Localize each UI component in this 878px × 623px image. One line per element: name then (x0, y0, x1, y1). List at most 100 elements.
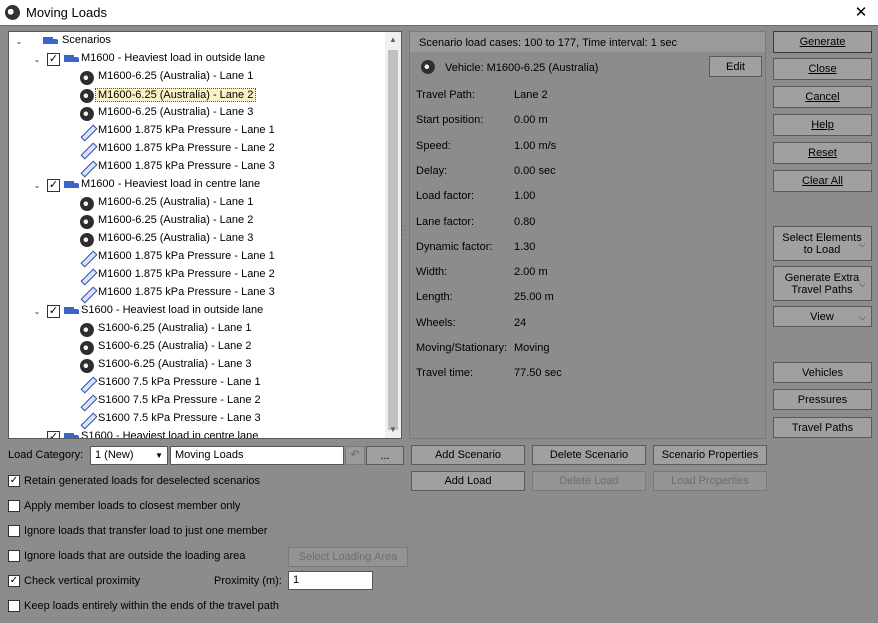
delete-scenario-button[interactable]: Delete Scenario (532, 445, 646, 465)
close-window-button[interactable]: ✕ (850, 2, 872, 24)
scenario-label: M1600 - Heaviest load in outside lane (81, 52, 266, 64)
tree-load-item[interactable]: S1600 7.5 kPa Pressure - Lane 2 (9, 393, 379, 411)
tree-scenario[interactable]: ⌄ ✓ S1600 - Heaviest load in centre lane (9, 429, 379, 438)
tree-load-item[interactable]: M1600 1.875 kPa Pressure - Lane 3 (9, 159, 379, 177)
add-load-button[interactable]: Add Load (411, 471, 525, 491)
tree-load-item[interactable]: S1600-6.25 (Australia) - Lane 1 (9, 321, 379, 339)
tree-load-item[interactable]: M1600 1.875 kPa Pressure - Lane 1 (9, 249, 379, 267)
load-item-label: M1600 1.875 kPa Pressure - Lane 2 (98, 268, 275, 280)
option-checkbox[interactable] (8, 500, 20, 512)
expand-chevron-icon[interactable]: ⌄ (32, 433, 42, 438)
vehicle-wheel-icon (80, 341, 94, 355)
vehicles-button[interactable]: Vehicles (773, 362, 872, 383)
reset-button[interactable]: Reset (773, 142, 872, 164)
view-button[interactable]: View ⌵ (773, 306, 872, 327)
help-button[interactable]: Help (773, 114, 872, 136)
cancel-label: Cancel (805, 91, 840, 103)
select-elements-label: Select Elements to Load (782, 231, 862, 256)
add-scenario-button[interactable]: Add Scenario (411, 445, 525, 465)
cancel-button[interactable]: Cancel (773, 86, 872, 108)
tree-load-item[interactable]: M1600 1.875 kPa Pressure - Lane 2 (9, 141, 379, 159)
option-checkbox[interactable]: ✓ (8, 575, 20, 587)
expand-chevron-icon[interactable]: ⌄ (14, 37, 24, 47)
property-value: 0.80 (514, 215, 536, 228)
pressures-button[interactable]: Pressures (773, 389, 872, 410)
expand-chevron-icon[interactable]: ⌄ (32, 181, 42, 191)
tree-load-item[interactable]: S1600-6.25 (Australia) - Lane 3 (9, 357, 379, 375)
scroll-down-arrow-icon[interactable]: ▼ (385, 422, 401, 438)
splitter-handle[interactable]: · · · (403, 223, 407, 239)
expand-chevron-icon[interactable]: ⌄ (32, 55, 42, 65)
scenario-checkbox[interactable]: ✓ (47, 431, 60, 438)
tree-load-item[interactable]: S1600 7.5 kPa Pressure - Lane 1 (9, 375, 379, 393)
load-item-label: M1600-6.25 (Australia) - Lane 3 (98, 232, 254, 244)
property-label: Delay: (416, 164, 448, 177)
scenario-checkbox[interactable]: ✓ (47, 53, 60, 66)
load-item-label: S1600-6.25 (Australia) - Lane 2 (98, 340, 252, 352)
undo-icon[interactable]: ↶ (345, 446, 365, 465)
tree-scenario[interactable]: ⌄ ✓ M1600 - Heaviest load in outside lane (9, 51, 379, 69)
window-title: Moving Loads (26, 5, 107, 20)
select-loading-area-button[interactable]: Select Loading Area (288, 547, 408, 567)
tree-scrollbar[interactable]: ▲ ▼ (385, 32, 401, 438)
proximity-input[interactable]: 1 (288, 571, 373, 590)
load-item-label: M1600 1.875 kPa Pressure - Lane 1 (98, 124, 275, 136)
load-category-select[interactable]: 1 (New) ▼ (90, 446, 168, 465)
pressure-icon (80, 377, 94, 391)
property-value: 0.00 sec (514, 164, 556, 177)
property-label: Width: (416, 266, 448, 279)
option-checkbox[interactable] (8, 600, 20, 612)
scenario-checkbox[interactable]: ✓ (47, 305, 60, 318)
load-item-label: M1600-6.25 (Australia) - Lane 2 (98, 214, 254, 226)
vehicle-name: Vehicle: M1600-6.25 (Australia) (445, 62, 599, 74)
option-checkbox[interactable] (8, 525, 20, 537)
option-checkbox[interactable] (8, 550, 20, 562)
scenario-tree[interactable]: ▲ ▼ ⌄ Scenarios ⌄ ✓ M1600 - Heaviest load in… (8, 31, 402, 439)
load-item-label: S1600-6.25 (Australia) - Lane 1 (98, 322, 252, 334)
scenario-properties-button[interactable]: Scenario Properties (653, 445, 767, 465)
load-properties-button[interactable]: Load Properties (653, 471, 767, 491)
tree-load-item[interactable]: M1600 1.875 kPa Pressure - Lane 3 (9, 285, 379, 303)
load-item-label: S1600 7.5 kPa Pressure - Lane 2 (98, 394, 261, 406)
tree-load-item[interactable]: M1600 1.875 kPa Pressure - Lane 1 (9, 123, 379, 141)
property-label: Wheels: (416, 316, 456, 329)
tree-load-item[interactable]: M1600-6.25 (Australia) - Lane 2 (9, 213, 379, 231)
select-elements-button[interactable]: Select Elements to Load ⌵ (773, 226, 872, 261)
scenario-truck-icon (64, 306, 80, 317)
dropdown-arrow-icon: ▼ (155, 451, 163, 460)
tree-load-item[interactable]: M1600-6.25 (Australia) - Lane 2 (9, 87, 379, 105)
tree-load-item[interactable]: M1600-6.25 (Australia) - Lane 3 (9, 105, 379, 123)
load-item-label: S1600 7.5 kPa Pressure - Lane 1 (98, 376, 261, 388)
option-checkbox[interactable]: ✓ (8, 475, 20, 487)
travel-paths-button[interactable]: Travel Paths (773, 417, 872, 438)
clear-all-button[interactable]: Clear All (773, 170, 872, 192)
load-item-label: M1600-6.25 (Australia) - Lane 2 (95, 88, 257, 102)
load-category-name-input[interactable]: Moving Loads (170, 446, 344, 465)
vehicle-wheel-icon (80, 89, 94, 103)
tree-scenario[interactable]: ⌄ ✓ S1600 - Heaviest load in outside lane (9, 303, 379, 321)
tree-load-item[interactable]: M1600-6.25 (Australia) - Lane 1 (9, 195, 379, 213)
generate-button[interactable]: Generate (773, 31, 872, 53)
tree-load-item[interactable]: S1600-6.25 (Australia) - Lane 2 (9, 339, 379, 357)
edit-vehicle-button[interactable]: Edit (709, 56, 762, 77)
scenario-truck-icon (64, 180, 80, 191)
expand-chevron-icon[interactable]: ⌄ (32, 307, 42, 317)
close-button[interactable]: Close (773, 58, 872, 80)
scroll-up-arrow-icon[interactable]: ▲ (385, 32, 401, 48)
scenario-checkbox[interactable]: ✓ (47, 179, 60, 192)
tree-load-item[interactable]: S1600 7.5 kPa Pressure - Lane 3 (9, 411, 379, 429)
scroll-thumb[interactable] (388, 50, 398, 430)
tree-scenario[interactable]: ⌄ ✓ M1600 - Heaviest load in centre lane (9, 177, 379, 195)
tree-load-item[interactable]: M1600-6.25 (Australia) - Lane 3 (9, 231, 379, 249)
proximity-label: Proximity (m): (214, 575, 282, 587)
delete-load-button[interactable]: Delete Load (532, 471, 646, 491)
tree-root[interactable]: ⌄ Scenarios (9, 33, 379, 51)
generate-extra-paths-button[interactable]: Generate Extra Travel Paths ⌵ (773, 266, 872, 301)
option-label: Ignore loads that transfer load to just … (24, 525, 268, 537)
tree-load-item[interactable]: M1600 1.875 kPa Pressure - Lane 2 (9, 267, 379, 285)
load-item-label: S1600 7.5 kPa Pressure - Lane 3 (98, 412, 261, 424)
tree-load-item[interactable]: M1600-6.25 (Australia) - Lane 1 (9, 69, 379, 87)
option-label: Keep loads entirely within the ends of t… (24, 600, 279, 612)
load-item-label: M1600 1.875 kPa Pressure - Lane 2 (98, 142, 275, 154)
browse-category-button[interactable]: ... (366, 446, 404, 465)
